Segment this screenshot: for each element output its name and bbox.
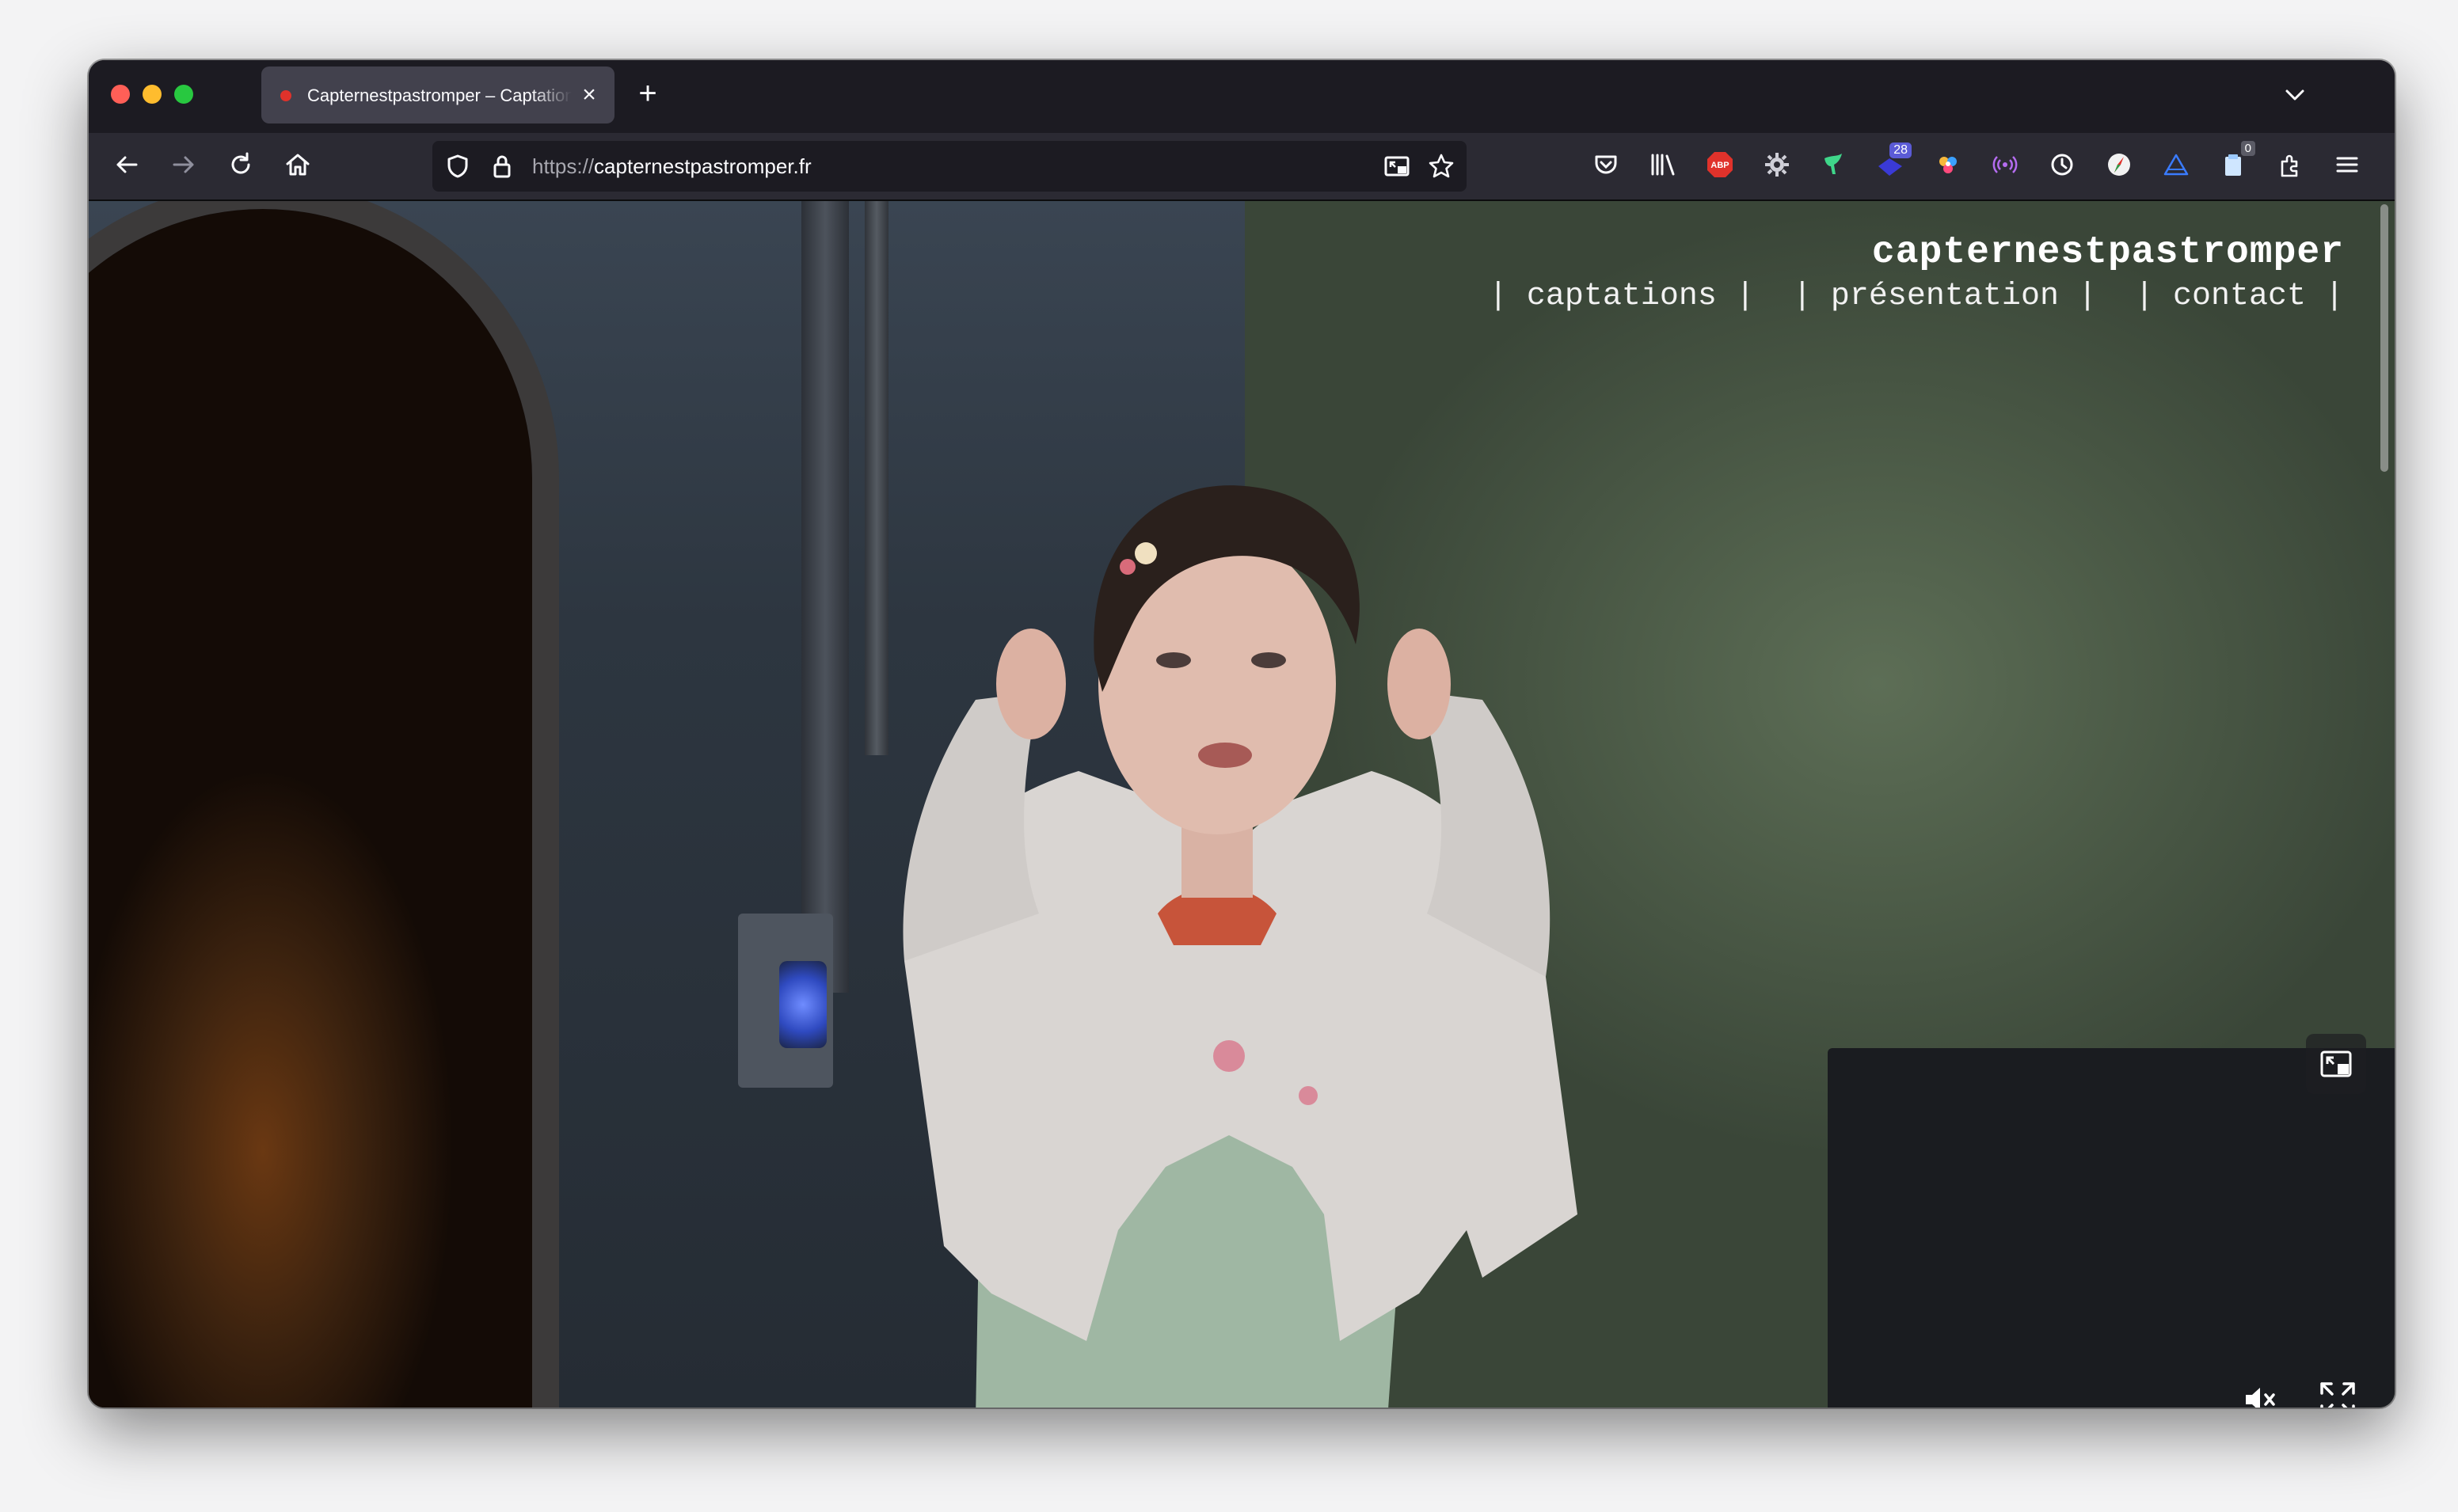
favicon-icon (280, 90, 291, 101)
reload-icon (231, 152, 250, 174)
background-arch (89, 209, 532, 1408)
triangle-extension-icon[interactable] (2160, 149, 2192, 180)
signal-extension-icon[interactable] (1989, 149, 2021, 180)
nav-captations[interactable]: | captations | (1489, 279, 1755, 314)
speaker-muted-icon (2246, 1388, 2275, 1408)
url-text[interactable]: https://capternestpastromper.fr (532, 154, 812, 179)
back-arrow-icon (116, 156, 138, 173)
expand-icon (2320, 1382, 2355, 1408)
clock-extension-icon[interactable] (2046, 149, 2078, 180)
home-button[interactable] (280, 147, 315, 182)
bookmark-star-icon[interactable] (1427, 152, 1455, 180)
menu-icon[interactable] (2331, 149, 2363, 180)
picture-in-picture-icon[interactable] (1383, 152, 1411, 180)
picture-in-picture-button[interactable] (2306, 1034, 2366, 1094)
page-content: capternestpastromper | captations | | pr… (89, 201, 2395, 1408)
minimize-window-button[interactable] (143, 85, 162, 104)
close-icon[interactable]: × (578, 83, 600, 107)
library-icon[interactable] (1647, 149, 1679, 180)
url-bar[interactable]: https://capternestpastromper.fr (432, 141, 1467, 192)
tab-strip: Capternestpastromper – Captations × + (89, 60, 2395, 133)
fullscreen-button[interactable] (2314, 1376, 2361, 1408)
nav-contact[interactable]: | contact | (2135, 279, 2344, 314)
abp-text: ABP (1710, 161, 1729, 170)
browser-window: Capternestpastromper – Captations × + ht… (89, 60, 2395, 1408)
close-window-button[interactable] (111, 85, 130, 104)
colors-extension-icon[interactable] (1932, 149, 1964, 180)
site-title[interactable]: capternestpastromper (1872, 231, 2344, 274)
url-scheme: https:// (532, 154, 595, 178)
clipboard-extension-icon[interactable]: 0 (2217, 141, 2255, 180)
background-box (1828, 1048, 2395, 1408)
pocket-icon[interactable] (1590, 149, 1622, 180)
url-host: capternestpastromper.fr (594, 154, 812, 178)
forward-arrow-icon (173, 156, 194, 173)
performer-figure (903, 485, 1577, 1408)
picture-in-picture-icon (2320, 1050, 2352, 1077)
extension-badge: 0 (2240, 141, 2255, 156)
bird-extension-icon[interactable] (1818, 149, 1850, 180)
navigation-toolbar: https://capternestpastromper.fr ABP 28 0 (89, 133, 2395, 201)
home-icon (286, 154, 310, 176)
nav-presentation[interactable]: | présentation | (1793, 279, 2097, 314)
scrollbar-thumb[interactable] (2380, 204, 2388, 472)
reload-button[interactable] (223, 147, 258, 182)
mute-button[interactable] (2238, 1377, 2282, 1408)
zoom-window-button[interactable] (174, 85, 193, 104)
adblock-plus-icon[interactable]: ABP (1704, 149, 1736, 180)
list-all-tabs-button[interactable] (2281, 81, 2309, 109)
site-nav: | captations | | présentation | | contac… (1489, 279, 2344, 314)
badge-extension-icon[interactable]: 28 (1875, 142, 1912, 180)
extension-badge: 28 (1889, 142, 1912, 158)
lock-icon[interactable] (488, 152, 516, 180)
compass-extension-icon[interactable] (2103, 149, 2135, 180)
chevron-down-icon (2285, 89, 2304, 101)
tab-active[interactable]: Capternestpastromper – Captations × (261, 66, 614, 123)
tab-title: Capternestpastromper – Captations (307, 85, 572, 105)
new-tab-button[interactable]: + (632, 78, 664, 109)
puzzle-icon[interactable] (2274, 149, 2306, 180)
gear-extension-icon[interactable] (1761, 149, 1793, 180)
shield-icon[interactable] (443, 152, 472, 180)
back-button[interactable] (109, 147, 144, 182)
forward-button[interactable] (166, 147, 201, 182)
